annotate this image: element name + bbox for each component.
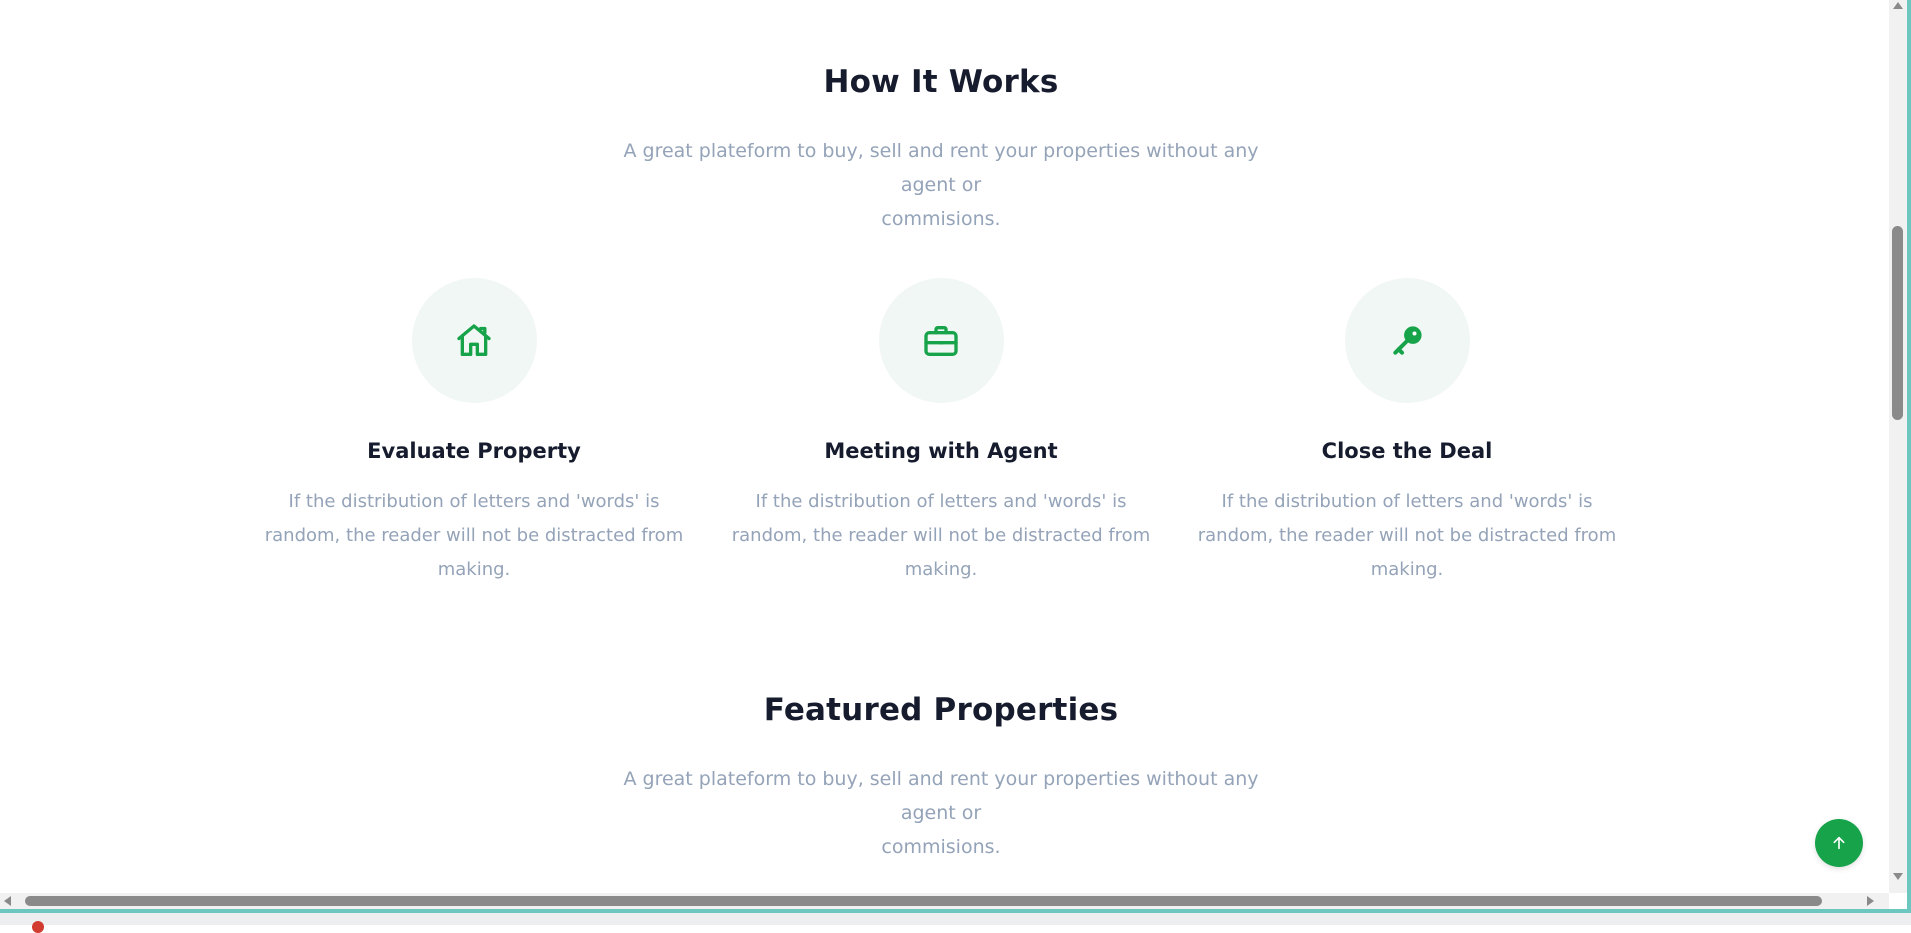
feature-description-line1: If the distribution of letters and 'word… bbox=[755, 491, 1127, 512]
vertical-scrollbar[interactable] bbox=[1889, 0, 1907, 893]
taskbar bbox=[0, 913, 1911, 933]
scroll-down-arrow-icon[interactable] bbox=[1893, 873, 1903, 880]
feature-title: Meeting with Agent bbox=[824, 439, 1058, 463]
arrow-up-icon bbox=[1833, 836, 1845, 850]
feature-description-line3: making. bbox=[437, 559, 511, 580]
feature-description: If the distribution of letters and 'word… bbox=[264, 485, 684, 587]
feature-description-line2: random, the reader will not be distracte… bbox=[1197, 525, 1617, 546]
feature-icon-circle bbox=[1344, 278, 1470, 403]
scroll-right-arrow-icon[interactable] bbox=[1867, 896, 1874, 906]
how-it-works-subtitle: A great plateform to buy, sell and rent … bbox=[596, 134, 1286, 236]
briefcase-icon bbox=[924, 325, 958, 356]
feature-icon-circle bbox=[878, 278, 1004, 403]
home-icon bbox=[457, 323, 491, 356]
featured-properties-title: Featured Properties bbox=[763, 692, 1119, 728]
horizontal-scrollbar-thumb[interactable] bbox=[25, 896, 1822, 906]
feature-title: Evaluate Property bbox=[367, 439, 581, 463]
feature-description: If the distribution of letters and 'word… bbox=[731, 485, 1151, 587]
horizontal-scrollbar[interactable] bbox=[0, 893, 1889, 909]
key-icon bbox=[1393, 325, 1422, 355]
feature-description-line1: If the distribution of letters and 'word… bbox=[1221, 491, 1593, 512]
feature-icon-circle bbox=[411, 278, 537, 403]
page-viewport: How It Works A great plateform to buy, s… bbox=[0, 0, 1893, 893]
taskbar-app-icon[interactable] bbox=[32, 921, 44, 933]
how-it-works-subtitle-line2: commisions. bbox=[881, 208, 1001, 230]
feature-description-line2: random, the reader will not be distracte… bbox=[731, 525, 1151, 546]
featured-properties-subtitle-line1: A great plateform to buy, sell and rent … bbox=[623, 768, 1259, 824]
feature-meeting-with-agent: Meeting with Agent If the distribution o… bbox=[721, 278, 1161, 587]
scroll-left-arrow-icon[interactable] bbox=[4, 896, 11, 906]
feature-description-line1: If the distribution of letters and 'word… bbox=[288, 491, 660, 512]
featured-properties-subtitle-line2: commisions. bbox=[881, 836, 1001, 858]
featured-properties-subtitle: A great plateform to buy, sell and rent … bbox=[596, 762, 1286, 864]
feature-close-the-deal: Close the Deal If the distribution of le… bbox=[1187, 278, 1627, 587]
how-it-works-title: How It Works bbox=[823, 64, 1059, 100]
feature-description-line3: making. bbox=[1370, 559, 1444, 580]
vertical-scrollbar-thumb[interactable] bbox=[1892, 226, 1903, 420]
how-it-works-subtitle-line1: A great plateform to buy, sell and rent … bbox=[623, 140, 1259, 196]
feature-description-line3: making. bbox=[904, 559, 978, 580]
feature-description: If the distribution of letters and 'word… bbox=[1197, 485, 1617, 587]
feature-evaluate-property: Evaluate Property If the distribution of… bbox=[254, 278, 694, 587]
scroll-up-arrow-icon[interactable] bbox=[1893, 2, 1903, 9]
feature-title: Close the Deal bbox=[1321, 439, 1493, 463]
back-to-top-button[interactable] bbox=[1815, 819, 1863, 867]
feature-description-line2: random, the reader will not be distracte… bbox=[264, 525, 684, 546]
window-frame bbox=[1907, 0, 1911, 925]
